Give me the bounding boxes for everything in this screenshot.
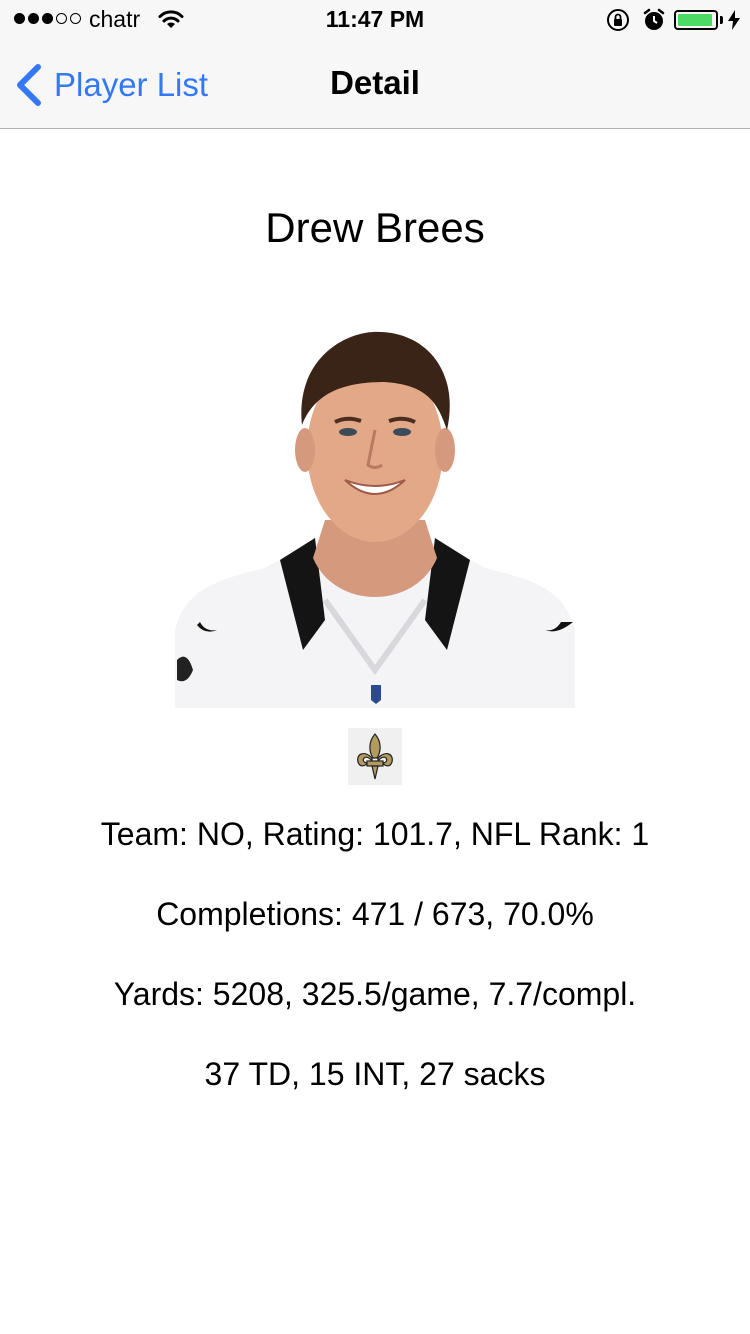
status-time: 11:47 PM bbox=[325, 6, 425, 32]
rotation-lock-icon bbox=[607, 9, 629, 31]
nav-title: Detail bbox=[330, 64, 420, 101]
battery-cap bbox=[720, 16, 723, 24]
battery-icon bbox=[674, 10, 718, 30]
team-logo bbox=[348, 728, 402, 785]
stat-touchdowns: 37 TD, 15 INT, 27 sacks bbox=[204, 1056, 546, 1092]
player-photo bbox=[175, 330, 575, 708]
top-bar: chatr 11:47 PM Player List Detail bbox=[0, 0, 750, 129]
charging-bolt-icon bbox=[728, 10, 740, 30]
stat-completions: Completions: 471 / 673, 70.0% bbox=[156, 896, 594, 932]
alarm-icon bbox=[643, 8, 665, 30]
player-headshot-image bbox=[175, 331, 575, 708]
stat-team-rating: Team: NO, Rating: 101.7, NFL Rank: 1 bbox=[100, 816, 650, 852]
battery-level bbox=[678, 14, 713, 26]
stat-yards: Yards: 5208, 325.5/game, 7.7/compl. bbox=[113, 976, 637, 1012]
fleur-de-lis-icon bbox=[357, 733, 393, 780]
player-name: Drew Brees bbox=[265, 204, 485, 251]
status-bar: chatr 11:47 PM bbox=[0, 0, 750, 40]
